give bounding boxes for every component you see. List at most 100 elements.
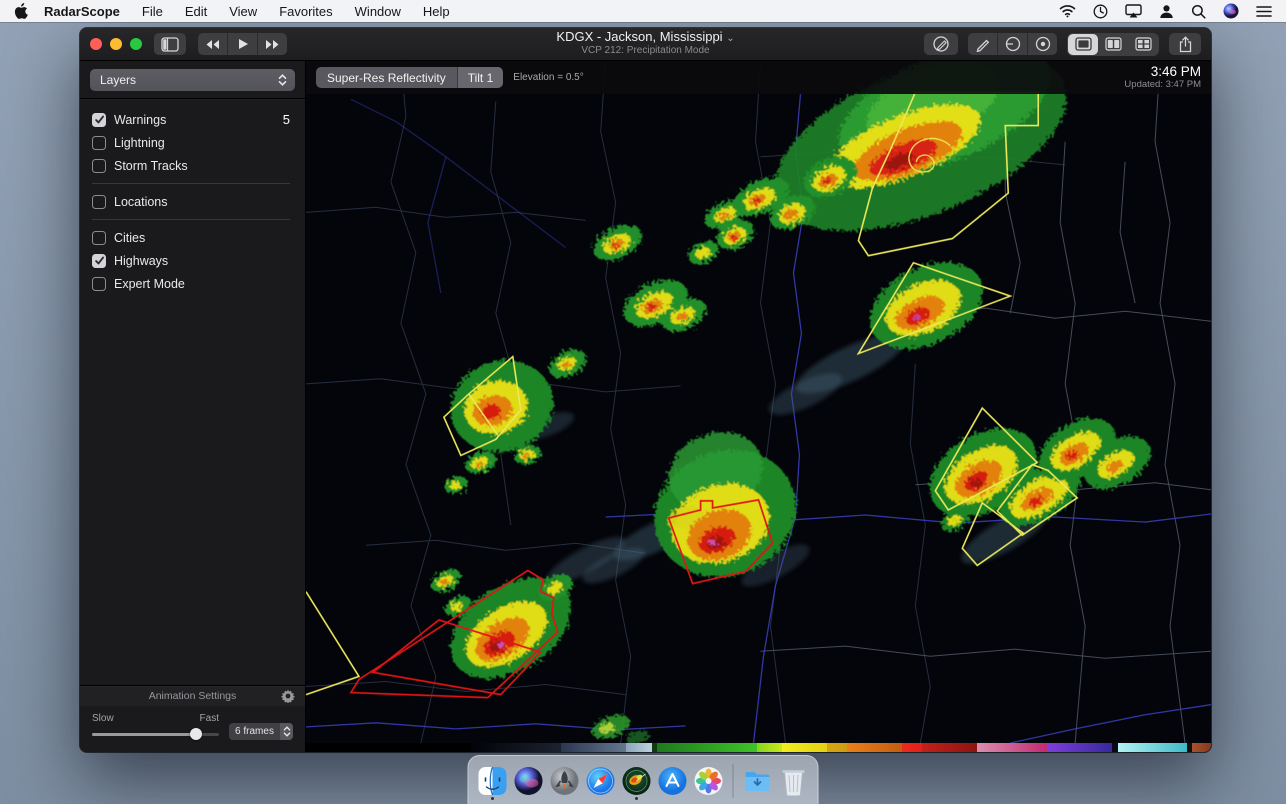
- azimuth-tool-icon[interactable]: [997, 33, 1027, 55]
- frames-select[interactable]: 6 frames: [229, 723, 293, 740]
- menu-item-favorites[interactable]: Favorites: [279, 4, 332, 19]
- locations-checkbox[interactable]: [92, 195, 106, 209]
- dock-downloads-folder-icon[interactable]: [742, 765, 774, 797]
- layers-dropdown-label: Layers: [100, 73, 278, 87]
- dock: [468, 755, 819, 804]
- highways-checkbox[interactable]: [92, 254, 106, 268]
- colorbar-segment: [827, 743, 847, 752]
- menu-item-file[interactable]: File: [142, 4, 163, 19]
- layers-dropdown[interactable]: Layers: [90, 69, 295, 91]
- dock-trash-icon[interactable]: [778, 765, 810, 797]
- chevron-down-icon: ⌄: [726, 33, 734, 44]
- colorbar-segment: [1192, 743, 1211, 752]
- reflectivity-colorbar: [306, 743, 1211, 752]
- zoom-button[interactable]: [130, 38, 142, 50]
- layer-row-locations[interactable]: Locations: [80, 190, 305, 213]
- severe-warning-polygon-west-edge[interactable]: [306, 592, 359, 695]
- step-forward-button[interactable]: [257, 33, 287, 55]
- radarscope-running-indicator: [635, 797, 638, 800]
- colorbar-segment: [657, 743, 757, 752]
- layers-sidebar: Layers Warnings 5 Lightning: [80, 61, 306, 752]
- clock-icon[interactable]: [1093, 4, 1108, 19]
- cities-checkbox[interactable]: [92, 231, 106, 245]
- layer-row-warnings[interactable]: Warnings 5: [80, 108, 305, 131]
- layer-row-highways[interactable]: Highways: [80, 249, 305, 272]
- colorbar-segment: [782, 743, 827, 752]
- storm-tracks-checkbox[interactable]: [92, 159, 106, 173]
- menu-item-help[interactable]: Help: [423, 4, 450, 19]
- desktop: RadarScope File Edit View Favorites Wind…: [0, 0, 1286, 804]
- elevation-label: Elevation = 0.5°: [513, 72, 583, 83]
- traffic-lights: [90, 38, 142, 50]
- user-icon[interactable]: [1159, 4, 1174, 19]
- scan-time-block: 3:46 PM Updated: 3:47 PM: [1124, 64, 1201, 90]
- colorbar-segment: [306, 743, 471, 752]
- pencil-tool-icon[interactable]: [968, 33, 997, 55]
- dock-launchpad-icon[interactable]: [549, 765, 581, 797]
- tilt-button[interactable]: Tilt 1: [457, 67, 504, 88]
- lightning-checkbox[interactable]: [92, 136, 106, 150]
- animation-speed-slider-thumb[interactable]: [190, 728, 202, 740]
- dock-photos-icon[interactable]: [693, 765, 725, 797]
- dock-app-store-icon[interactable]: [657, 765, 689, 797]
- radar-center-tool-icon[interactable]: [1027, 33, 1057, 55]
- play-button[interactable]: [227, 33, 257, 55]
- sidebar-divider: [92, 183, 290, 184]
- colorbar-segment: [847, 743, 902, 752]
- menu-item-window[interactable]: Window: [355, 4, 401, 19]
- dock-finder-icon[interactable]: [477, 765, 509, 797]
- annotate-tool-button[interactable]: [924, 33, 958, 55]
- finder-running-indicator: [491, 797, 494, 800]
- airplay-icon[interactable]: [1125, 4, 1142, 18]
- colorbar-segment: [471, 743, 562, 752]
- dock-safari-icon[interactable]: [585, 765, 617, 797]
- single-pane-view-button[interactable]: [1068, 34, 1098, 55]
- share-button[interactable]: [1169, 33, 1201, 55]
- animation-controls: Slow Fast 6 frames: [80, 706, 305, 752]
- siri-icon[interactable]: [1223, 3, 1239, 19]
- colorbar-segment: [922, 743, 977, 752]
- warnings-checkbox[interactable]: [92, 113, 106, 127]
- radar-map[interactable]: Super-Res Reflectivity Tilt 1 Elevation …: [306, 61, 1211, 752]
- playback-controls: [198, 33, 287, 55]
- menu-item-edit[interactable]: Edit: [185, 4, 207, 19]
- vcp-mode-subtitle: VCP 212: Precipitation Mode: [556, 45, 734, 57]
- dock-divider: [733, 764, 734, 798]
- animation-speed-slider[interactable]: [92, 728, 219, 740]
- minimize-button[interactable]: [110, 38, 122, 50]
- wifi-icon[interactable]: [1059, 4, 1076, 18]
- sidebar-toggle-button[interactable]: [154, 33, 186, 55]
- radar-top-bar: Super-Res Reflectivity Tilt 1 Elevation …: [306, 61, 1211, 94]
- dock-siri-icon[interactable]: [513, 765, 545, 797]
- dock-radarscope-icon[interactable]: [621, 765, 653, 797]
- quad-pane-view-button[interactable]: [1128, 34, 1158, 55]
- radar-imagery: [306, 61, 1211, 743]
- gear-icon[interactable]: [281, 689, 295, 708]
- animation-settings-title: Animation Settings: [149, 690, 237, 702]
- fast-label: Fast: [200, 713, 219, 724]
- apple-menu[interactable]: [14, 3, 28, 19]
- product-button[interactable]: Super-Res Reflectivity: [316, 67, 457, 88]
- menu-item-view[interactable]: View: [229, 4, 257, 19]
- search-icon[interactable]: [1191, 4, 1206, 19]
- menu-item-radarscope[interactable]: RadarScope: [44, 4, 120, 19]
- colorbar-segment: [977, 743, 1047, 752]
- layer-row-cities[interactable]: Cities: [80, 226, 305, 249]
- window-title-block[interactable]: KDGX - Jackson, Mississippi ⌄ VCP 212: P…: [556, 30, 734, 56]
- layer-row-expert-mode[interactable]: Expert Mode: [80, 272, 305, 295]
- expert-mode-checkbox[interactable]: [92, 277, 106, 291]
- layer-row-lightning[interactable]: Lightning: [80, 131, 305, 154]
- animation-settings-header: Animation Settings: [80, 685, 305, 706]
- product-segmented: Super-Res Reflectivity Tilt 1: [316, 67, 503, 88]
- layer-label-warnings: Warnings: [114, 113, 166, 127]
- station-title: KDGX - Jackson, Mississippi: [556, 29, 722, 44]
- layer-row-storm-tracks[interactable]: Storm Tracks: [80, 154, 305, 177]
- step-back-button[interactable]: [198, 33, 227, 55]
- dual-pane-view-button[interactable]: [1098, 34, 1128, 55]
- close-button[interactable]: [90, 38, 102, 50]
- window-titlebar[interactable]: KDGX - Jackson, Mississippi ⌄ VCP 212: P…: [80, 28, 1211, 61]
- layer-label-cities: Cities: [114, 231, 145, 245]
- frames-stepper[interactable]: [280, 723, 293, 740]
- menu-list-icon[interactable]: [1256, 5, 1272, 18]
- view-layout-segmented: [1067, 33, 1159, 56]
